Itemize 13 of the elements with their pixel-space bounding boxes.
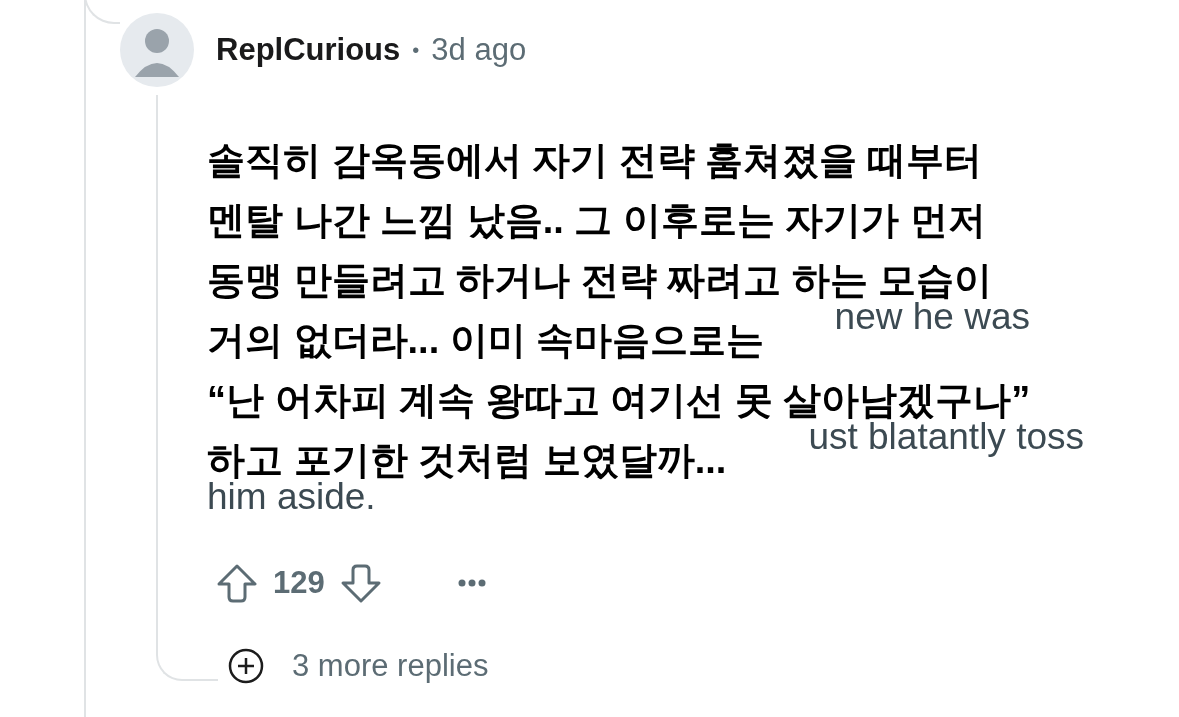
vote-count: 129 (273, 565, 325, 601)
separator-dot: • (412, 38, 420, 62)
more-replies-button[interactable]: 3 more replies (228, 648, 489, 684)
translation-text: 동맹 만들려고 하거나 전략 짜려고 하는 모습이 (207, 258, 993, 302)
more-options-button[interactable] (456, 578, 487, 588)
translation-text: “난 어차피 계속 왕따고 여기선 못 살아남겠구나” (207, 378, 1031, 422)
username[interactable]: ReplCurious (216, 32, 401, 68)
translation-text: 거의 없더라... 이미 속마음으로는 (207, 318, 765, 363)
translation-text: 멘탈 나간 느낌 났음.. 그 이후로는 자기가 먼저 (207, 198, 987, 243)
timestamp: 3d ago (431, 32, 527, 68)
translation-text: 솔직히 감옥동에서 자기 전략 훔쳐졌을 때부터 (207, 138, 982, 183)
plus-icon (228, 648, 264, 684)
avatar-icon[interactable] (120, 13, 194, 87)
